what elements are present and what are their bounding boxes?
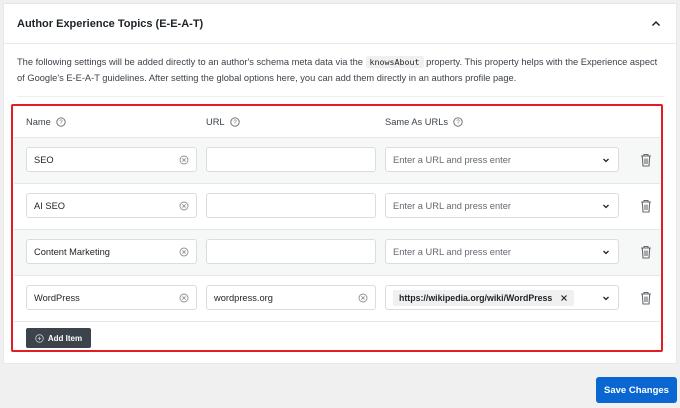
chevron-down-icon[interactable] xyxy=(601,201,611,211)
trash-icon[interactable] xyxy=(640,245,652,259)
same-as-select[interactable]: Enter a URL and press enter xyxy=(385,147,619,172)
chevron-down-icon[interactable] xyxy=(601,247,611,257)
column-header-url: URL ? xyxy=(206,117,240,127)
knows-about-code: knowsAbout xyxy=(365,56,424,68)
name-input[interactable]: Content Marketing xyxy=(26,239,197,264)
same-as-select[interactable]: Enter a URL and press enter xyxy=(385,239,619,264)
name-input[interactable]: WordPress xyxy=(26,285,197,310)
help-icon[interactable]: ? xyxy=(453,117,463,127)
clear-icon[interactable] xyxy=(179,155,189,165)
table-row: AI SEO Enter a URL and press enter xyxy=(14,184,660,230)
add-item-label: Add Item xyxy=(47,333,83,343)
clear-icon[interactable] xyxy=(179,293,189,303)
name-input[interactable]: SEO xyxy=(26,147,197,172)
column-header-name: Name ? xyxy=(26,117,66,127)
panel-title: Author Experience Topics (E-E-A-T) xyxy=(17,17,204,30)
chevron-up-icon[interactable] xyxy=(648,16,664,32)
add-item-row: Add Item xyxy=(14,322,660,357)
url-input[interactable] xyxy=(206,193,376,218)
trash-icon[interactable] xyxy=(640,199,652,213)
clear-icon[interactable] xyxy=(358,293,368,303)
svg-text:?: ? xyxy=(59,120,63,126)
column-headers: Name ? URL ? Same As URLs ? xyxy=(14,107,660,138)
url-input[interactable]: wordpress.org xyxy=(206,285,376,310)
help-icon[interactable]: ? xyxy=(229,117,240,127)
clear-icon[interactable] xyxy=(179,201,189,211)
table-row: WordPress wordpress.org https://wikipedi… xyxy=(14,276,660,322)
svg-text:?: ? xyxy=(233,120,237,126)
table-row: SEO Enter a URL and press enter xyxy=(14,138,660,184)
clear-icon[interactable] xyxy=(179,247,189,257)
plus-circle-icon xyxy=(35,333,44,343)
url-input[interactable] xyxy=(206,239,376,264)
url-input[interactable] xyxy=(206,147,376,172)
table-row: Content Marketing Enter a URL and press … xyxy=(14,230,660,276)
same-as-tag: https://wikipedia.org/wiki/WordPress xyxy=(393,289,575,306)
save-changes-button[interactable]: Save Changes xyxy=(596,377,677,403)
trash-icon[interactable] xyxy=(640,153,652,167)
same-as-select[interactable]: Enter a URL and press enter xyxy=(385,193,619,218)
help-icon[interactable]: ? xyxy=(56,117,66,127)
svg-text:?: ? xyxy=(456,120,460,126)
column-header-same-as: Same As URLs ? xyxy=(385,117,463,127)
panel-description: The following settings will be added dir… xyxy=(17,54,664,97)
add-item-button[interactable]: Add Item xyxy=(26,328,91,348)
trash-icon[interactable] xyxy=(640,291,652,305)
remove-tag-icon[interactable] xyxy=(560,294,568,302)
chevron-down-icon[interactable] xyxy=(601,293,611,303)
same-as-select[interactable]: https://wikipedia.org/wiki/WordPress xyxy=(385,285,619,310)
chevron-down-icon[interactable] xyxy=(601,155,611,165)
topics-repeater: Name ? URL ? Same As URLs ? SEO Enter a … xyxy=(14,107,660,357)
panel-header[interactable]: Author Experience Topics (E-E-A-T) xyxy=(4,4,676,44)
name-input[interactable]: AI SEO xyxy=(26,193,197,218)
